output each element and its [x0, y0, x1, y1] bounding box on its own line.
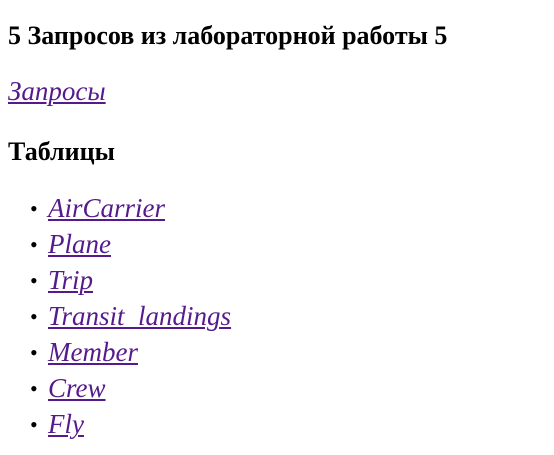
tables-heading: Таблицы	[8, 137, 115, 166]
bullet-icon: •	[30, 196, 38, 221]
table-link-trip[interactable]: Trip	[48, 265, 93, 295]
bullet-icon: •	[30, 304, 38, 329]
table-link-aircarrier[interactable]: AirCarrier	[48, 193, 165, 223]
table-link-plane[interactable]: Plane	[48, 229, 111, 259]
list-item: • Member	[30, 334, 231, 370]
bullet-icon: •	[30, 412, 38, 437]
bullet-icon: •	[30, 340, 38, 365]
list-item: • AirCarrier	[30, 190, 231, 226]
list-item: • Plane	[30, 226, 231, 262]
list-item: • Transit_landings	[30, 298, 231, 334]
list-item: • Fly	[30, 406, 231, 442]
bullet-icon: •	[30, 232, 38, 257]
table-link-member[interactable]: Member	[48, 337, 138, 367]
tables-list: • AirCarrier • Plane • Trip • Transit_la…	[0, 190, 231, 442]
table-link-transit-landings[interactable]: Transit_landings	[48, 301, 231, 331]
table-link-fly[interactable]: Fly	[48, 409, 84, 439]
page-title: 5 Запросов из лабораторной работы 5	[8, 21, 448, 50]
table-link-crew[interactable]: Crew	[48, 373, 106, 403]
bullet-icon: •	[30, 268, 38, 293]
queries-link[interactable]: Запросы	[8, 75, 106, 107]
list-item: • Crew	[30, 370, 231, 406]
bullet-icon: •	[30, 376, 38, 401]
list-item: • Trip	[30, 262, 231, 298]
